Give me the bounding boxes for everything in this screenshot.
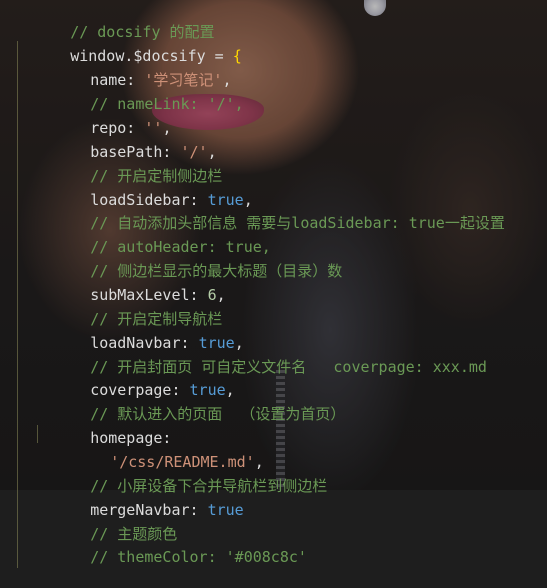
code-line-6[interactable]: basePath: '/', bbox=[36, 117, 216, 161]
code-line-22[interactable]: // 主题颜色 bbox=[36, 499, 177, 543]
code-line-19[interactable]: '/css/README.md', bbox=[56, 427, 264, 471]
code-line-5[interactable]: repo: '', bbox=[36, 93, 171, 137]
code-line-13[interactable]: // 开启定制导航栏 bbox=[36, 284, 222, 328]
open-brace: { bbox=[232, 46, 242, 65]
code-line-20[interactable]: // 小屏设备下合并导航栏到侧边栏 bbox=[36, 451, 327, 495]
code-line-24[interactable]: } bbox=[16, 566, 79, 588]
code-line-18[interactable]: homepage: bbox=[36, 403, 171, 447]
code-editor[interactable]: // docsify 的配置 window.$docsify = { name:… bbox=[0, 0, 547, 588]
code-line-4[interactable]: // nameLink: '/', bbox=[36, 69, 244, 113]
code-line-21[interactable]: mergeNavbar: true bbox=[36, 475, 244, 519]
code-line-9[interactable]: // 自动添加头部信息 需要与loadSidebar: true一起设置 bbox=[36, 188, 505, 232]
code-line-12[interactable]: subMaxLevel: 6, bbox=[36, 260, 225, 304]
code-line-11[interactable]: // 侧边栏显示的最大标题（目录）数 bbox=[36, 236, 342, 280]
code-line-10[interactable]: // autoHeader: true, bbox=[36, 212, 271, 256]
code-line-15[interactable]: // 开启封面页 可自定义文件名 coverpage: xxx.md bbox=[36, 332, 487, 376]
code-line-23[interactable]: // themeColor: '#008c8c' bbox=[36, 522, 307, 566]
code-line-3[interactable]: name: '学习笔记', bbox=[36, 45, 231, 89]
code-area[interactable]: // docsify 的配置 window.$docsify = { name:… bbox=[0, 0, 547, 588]
code-line-16[interactable]: coverpage: true, bbox=[36, 355, 235, 399]
code-line-7[interactable]: // 开启定制侧边栏 bbox=[36, 141, 222, 185]
code-line-17[interactable]: // 默认进入的页面 （设置为首页） bbox=[36, 379, 345, 423]
code-line-14[interactable]: loadNavbar: true, bbox=[36, 308, 244, 352]
comment: // themeColor: '#008c8c' bbox=[90, 547, 307, 566]
code-line-1[interactable]: // docsify 的配置 bbox=[16, 0, 214, 41]
code-line-2[interactable]: window.$docsify = { bbox=[16, 21, 242, 65]
code-line-8[interactable]: loadSidebar: true, bbox=[36, 165, 253, 209]
indent-guide bbox=[17, 41, 18, 568]
boolean-value: true bbox=[207, 500, 244, 519]
